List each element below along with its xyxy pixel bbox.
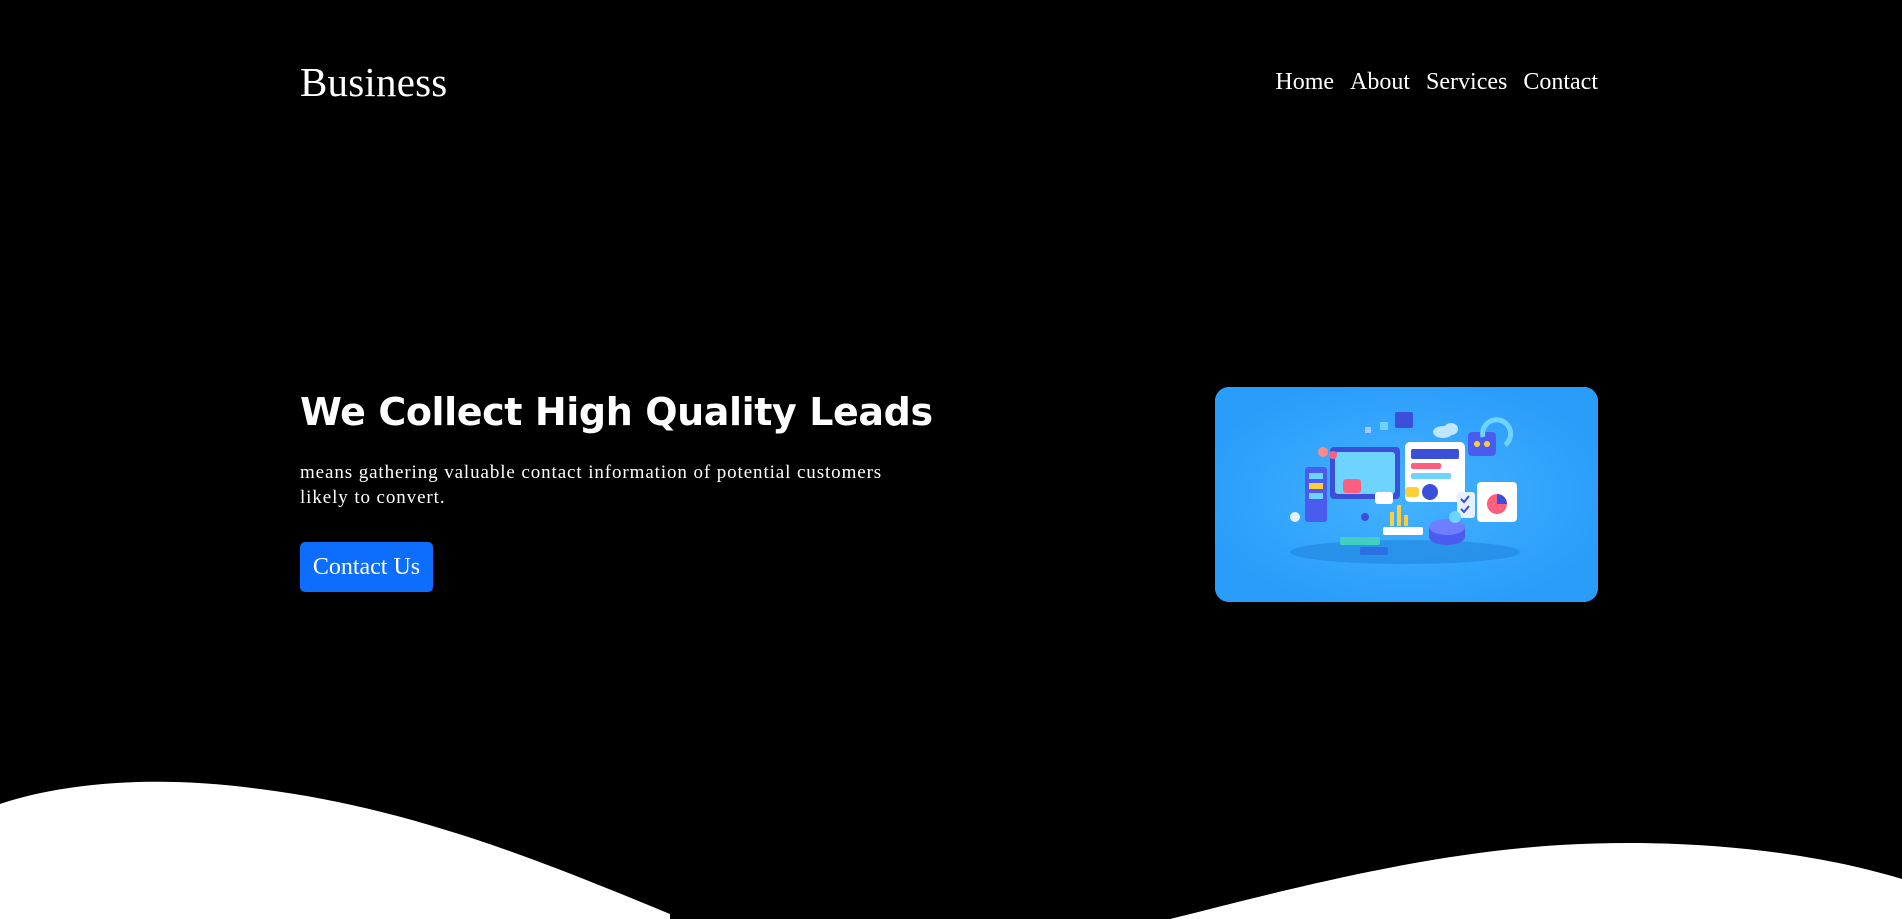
hero-section: We Collect High Quality Leads means gath… [300,386,940,592]
hero-illustration [1215,387,1598,602]
brand-logo[interactable]: Business [300,56,447,108]
nav-menu: Home About Services Contact [1275,56,1598,108]
top-navbar: Business Home About Services Contact [300,56,1598,108]
landing-page: Business Home About Services Contact We … [0,0,1902,919]
lead-generation-dashboard-illustration-icon [1215,387,1598,602]
contact-us-button[interactable]: Contact Us [300,542,433,592]
nav-link-home[interactable]: Home [1275,56,1334,108]
nav-link-contact[interactable]: Contact [1523,56,1598,108]
nav-link-about[interactable]: About [1350,56,1410,108]
hero-description: means gathering valuable contact informa… [300,462,883,508]
nav-link-services[interactable]: Services [1426,56,1507,108]
bottom-wave-decoration [0,781,1902,919]
hero-title: We Collect High Quality Leads [300,390,933,434]
